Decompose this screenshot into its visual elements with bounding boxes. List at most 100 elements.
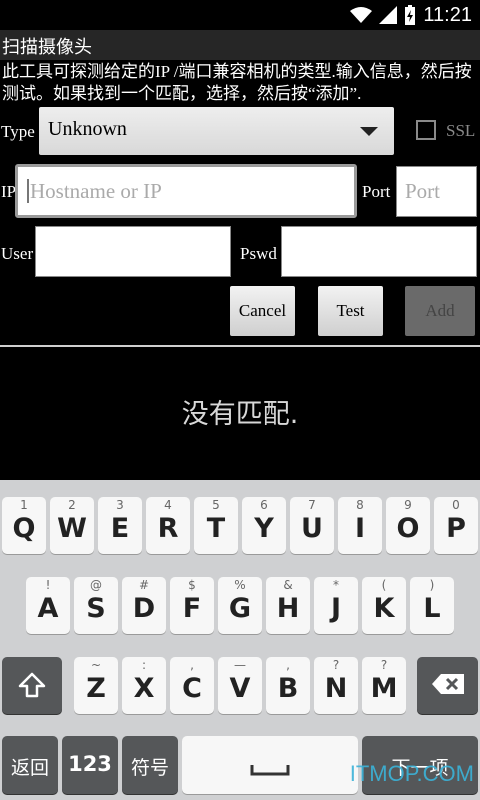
key-d[interactable]: # D (122, 577, 166, 634)
test-button[interactable]: Test (318, 286, 383, 336)
type-dropdown-value: Unknown (48, 118, 127, 140)
key-k[interactable]: (K (362, 577, 406, 634)
key-letter: U (301, 513, 323, 544)
key-e[interactable]: 3E (98, 497, 142, 554)
key-hint: ~ (90, 658, 102, 672)
key-letter: S (86, 593, 106, 624)
key-hint: 4 (164, 498, 172, 512)
back-key[interactable]: 返回 (2, 736, 58, 794)
key-h[interactable]: & H (266, 577, 310, 634)
key-hint: & (283, 578, 293, 592)
key-letter: N (324, 673, 348, 704)
port-field-container (396, 166, 477, 217)
no-match-text: 没有匹配. (181, 399, 299, 430)
key-l[interactable]: ) L (410, 577, 454, 634)
key-letter: M (370, 673, 398, 704)
key-y[interactable]: 6Y (242, 497, 286, 554)
key-w[interactable]: 2W (50, 497, 94, 554)
space-key[interactable] (182, 736, 358, 794)
key-letter: L (423, 593, 441, 624)
port-input[interactable] (397, 167, 476, 216)
key-c[interactable]: ,C (170, 657, 214, 714)
key-letter: K (373, 593, 395, 624)
numbers-key-label: 123 (68, 752, 112, 776)
description-text: 此工具可探测给定的IP /端口兼容相机的类型.输入信息，然后按测试。如果找到一个… (2, 62, 472, 103)
key-hint: # (138, 578, 150, 592)
wifi-icon (350, 7, 373, 23)
key-hint: 8 (356, 498, 364, 512)
key-hint: % (234, 578, 246, 592)
key-p[interactable]: 0P (434, 497, 478, 554)
key-hint: , (286, 658, 290, 672)
key-hint: : (141, 658, 147, 672)
ssl-checkbox[interactable] (416, 120, 436, 140)
key-v[interactable]: — V (218, 657, 262, 714)
key-a[interactable]: ! A (26, 577, 70, 634)
key-m[interactable]: ? M (362, 657, 406, 714)
ssl-label: SSL (446, 121, 476, 140)
divider (0, 345, 480, 347)
key-hint: $ (188, 578, 196, 592)
key-x[interactable]: :X (122, 657, 166, 714)
page-title: 扫描摄像头 (2, 37, 92, 58)
key-letter: V (229, 673, 251, 704)
key-hint: ( (381, 578, 387, 592)
key-o[interactable]: 9O (386, 497, 430, 554)
user-input[interactable] (36, 227, 230, 276)
key-hint: 1 (20, 498, 28, 512)
title-bar: 扫描摄像头 (0, 30, 480, 60)
key-letter: Q (12, 513, 36, 544)
shift-key[interactable] (2, 657, 62, 714)
add-button[interactable]: Add (405, 286, 475, 336)
key-letter: F (182, 593, 202, 624)
key-letter: H (276, 593, 300, 624)
key-t[interactable]: 5T (194, 497, 238, 554)
key-letter: I (354, 513, 366, 544)
ip-field-container (15, 164, 357, 218)
type-label: Type (1, 122, 35, 141)
key-hint: 3 (116, 498, 124, 512)
text-cursor (27, 179, 29, 203)
key-s[interactable]: @ S (74, 577, 118, 634)
pswd-field-container (281, 226, 477, 277)
type-dropdown[interactable]: Unknown (39, 107, 394, 155)
key-letter: O (396, 513, 420, 544)
cancel-button[interactable]: Cancel (230, 286, 295, 336)
key-hint: , (190, 658, 194, 672)
key-letter: Y (254, 513, 274, 544)
key-g[interactable]: % G (218, 577, 262, 634)
back-key-label: 返回 (10, 757, 49, 779)
key-hint: ? (332, 658, 340, 672)
key-letter: P (446, 513, 466, 544)
key-hint: 0 (452, 498, 460, 512)
key-j[interactable]: * J (314, 577, 358, 634)
password-input[interactable] (282, 227, 476, 276)
backspace-key[interactable] (417, 657, 478, 714)
key-letter: R (157, 513, 179, 544)
symbols-key[interactable]: 符号 (122, 736, 178, 794)
port-label: Port (362, 182, 391, 201)
key-hint: ? (380, 658, 388, 672)
key-q[interactable]: 1Q (2, 497, 46, 554)
ip-label: IP (1, 182, 17, 201)
key-b[interactable]: ,B (266, 657, 310, 714)
key-i[interactable]: 8I (338, 497, 382, 554)
key-hint: 2 (68, 498, 76, 512)
key-z[interactable]: ~ Z (74, 657, 118, 714)
key-r[interactable]: 4R (146, 497, 190, 554)
key-u[interactable]: 7U (290, 497, 334, 554)
ip-input[interactable] (18, 167, 354, 215)
user-label: User (1, 244, 34, 263)
shift-arrow-icon (18, 672, 46, 698)
key-letter: Z (86, 673, 106, 704)
watermark: ITMOP.COM (349, 761, 474, 786)
key-n[interactable]: ? N (314, 657, 358, 714)
key-hint: * (333, 578, 339, 592)
key-letter: J (330, 593, 342, 624)
numbers-key[interactable]: 123 (62, 736, 118, 794)
status-time: 11:21 (423, 3, 472, 26)
symbols-key-label: 符号 (130, 757, 169, 779)
key-hint: 6 (260, 498, 268, 512)
key-f[interactable]: $ F (170, 577, 214, 634)
pswd-label: Pswd (240, 244, 277, 263)
